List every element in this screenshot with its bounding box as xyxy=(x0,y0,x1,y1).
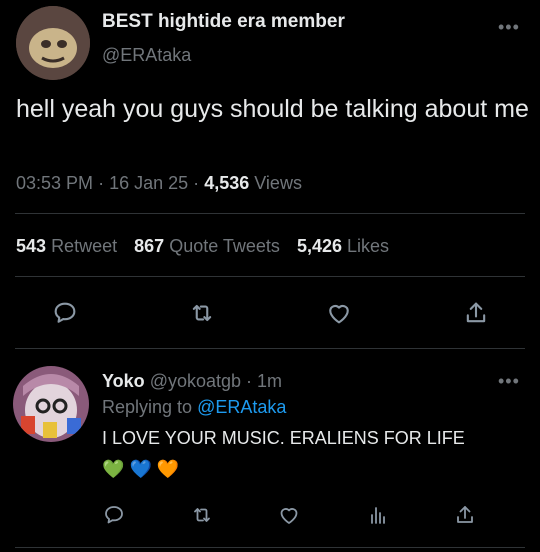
reply-icon[interactable] xyxy=(102,503,126,527)
retweets-label: Retweet xyxy=(51,236,118,256)
like-icon[interactable] xyxy=(325,299,353,327)
tweet-time: 03:53 PM xyxy=(16,173,94,193)
replying-to-label: Replying to xyxy=(102,397,193,417)
divider xyxy=(15,348,525,349)
likes-stat[interactable]: 5,426 Likes xyxy=(297,236,389,256)
meta-separator: · xyxy=(246,371,253,391)
quotes-count: 867 xyxy=(134,236,165,256)
orange-heart-emoji: 🧡 xyxy=(156,459,180,479)
quotes-label: Quote Tweets xyxy=(169,236,280,256)
reply-emojis: 💚 💙 🧡 xyxy=(102,458,179,480)
author-handle[interactable]: @ERAtaka xyxy=(102,45,191,66)
retweets-stat[interactable]: 543 Retweet xyxy=(16,236,122,256)
views-label: Views xyxy=(254,173,302,193)
reply-text: I LOVE YOUR MUSIC. ERALIENS FOR LIFE xyxy=(102,428,465,448)
reply-avatar[interactable] xyxy=(13,366,89,442)
reply-time[interactable]: 1m xyxy=(257,371,282,391)
like-icon[interactable] xyxy=(277,503,301,527)
quotes-stat[interactable]: 867 Quote Tweets xyxy=(134,236,285,256)
blue-heart-emoji: 💙 xyxy=(129,459,152,479)
reply-icon[interactable] xyxy=(51,299,79,327)
reply-more-options-icon[interactable]: ••• xyxy=(498,372,520,390)
more-options-icon[interactable]: ••• xyxy=(498,18,520,36)
tweet-meta: 03:53 PM · 16 Jan 25 · 4,536 Views xyxy=(16,173,302,194)
share-icon[interactable] xyxy=(453,503,477,527)
meta-separator: · xyxy=(98,173,105,193)
retweet-icon[interactable] xyxy=(190,503,214,527)
retweets-count: 543 xyxy=(16,236,47,256)
views-icon[interactable] xyxy=(366,503,390,527)
reply-author-name[interactable]: Yoko xyxy=(102,371,145,391)
likes-label: Likes xyxy=(347,236,390,256)
replying-to: Replying to @ERAtaka xyxy=(102,397,286,418)
likes-count: 5,426 xyxy=(296,236,342,256)
share-icon[interactable] xyxy=(462,299,490,327)
author-avatar[interactable] xyxy=(16,6,90,80)
tweet-text: hell yeah you guys should be talking abo… xyxy=(16,95,529,123)
views-count: 4,536 xyxy=(204,173,250,193)
retweet-icon[interactable] xyxy=(188,299,216,327)
tweet-stats: 543 Retweet 867 Quote Tweets 5,426 Likes xyxy=(16,236,389,257)
meta-separator: · xyxy=(193,173,200,193)
reply-header: Yoko @yokoatgb · 1m xyxy=(102,371,282,392)
replying-to-handle[interactable]: @ERAtaka xyxy=(197,397,286,417)
divider xyxy=(15,547,525,548)
reply-author-handle[interactable]: @yokoatgb xyxy=(150,371,241,391)
divider xyxy=(15,276,525,277)
tweet-date[interactable]: 16 Jan 25 xyxy=(109,173,188,193)
green-heart-emoji: 💚 xyxy=(102,459,125,479)
divider xyxy=(15,213,525,214)
author-name[interactable]: BEST hightide era member xyxy=(102,11,345,33)
